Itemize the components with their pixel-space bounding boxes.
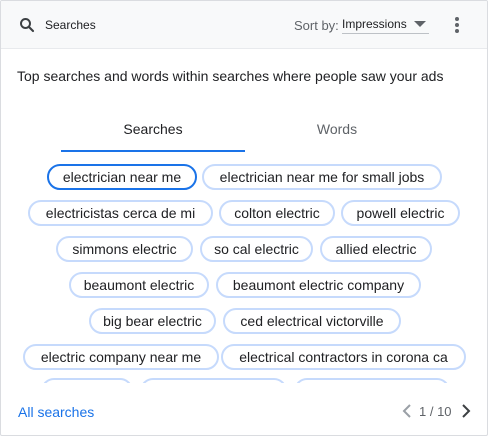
tab-words-label: Words (316, 121, 358, 137)
search-icon (20, 18, 35, 33)
search-chip[interactable]: electric company near me (23, 344, 219, 370)
search-chip[interactable]: electrician near me for small jobs (202, 164, 442, 190)
search-chip[interactable] (294, 378, 450, 383)
tab-selected-indicator (61, 150, 245, 152)
chevron-left-icon[interactable] (400, 402, 414, 420)
dropdown-arrow-icon (414, 21, 426, 27)
search-chip[interactable] (41, 378, 133, 383)
tab-searches[interactable]: Searches (61, 114, 245, 152)
search-label: Searches (45, 18, 96, 32)
search-chip[interactable] (140, 378, 287, 383)
search-chip[interactable]: beaumont electric (69, 272, 209, 298)
chevron-right-icon[interactable] (459, 402, 473, 420)
pagination-status: 1 / 10 (419, 404, 452, 419)
search-chip[interactable]: electricistas cerca de mi (28, 200, 213, 226)
search-chip[interactable]: colton electric (219, 200, 335, 226)
all-searches-link[interactable]: All searches (18, 404, 94, 420)
search-terms-card: Searches Sort by: Impressions Top search… (0, 0, 488, 436)
search-chip-list: electrician near me electrician near me … (1, 159, 487, 383)
tab-searches-label: Searches (123, 121, 183, 137)
more-options-icon[interactable] (450, 15, 464, 35)
search-chip[interactable]: beaumont electric company (216, 272, 421, 298)
search-chip[interactable]: powell electric (341, 200, 460, 226)
sort-by-label: Sort by: (294, 18, 339, 33)
search-chip[interactable]: simmons electric (56, 236, 193, 262)
search-chip[interactable]: big bear electric (89, 308, 216, 334)
search-chip[interactable]: electrician near me (47, 164, 197, 190)
card-title: Top searches and words within searches w… (17, 68, 444, 84)
sort-value: Impressions (342, 17, 407, 31)
search-chip[interactable]: ced electrical victorville (223, 308, 401, 334)
search-chip[interactable]: allied electric (320, 236, 432, 262)
search-chip[interactable]: electrical contractors in corona ca (221, 344, 466, 370)
sort-by-dropdown[interactable]: Impressions (342, 16, 429, 34)
tab-words[interactable]: Words (245, 114, 429, 152)
search-chip[interactable]: so cal electric (200, 236, 313, 262)
card-header: Searches Sort by: Impressions (1, 1, 487, 49)
